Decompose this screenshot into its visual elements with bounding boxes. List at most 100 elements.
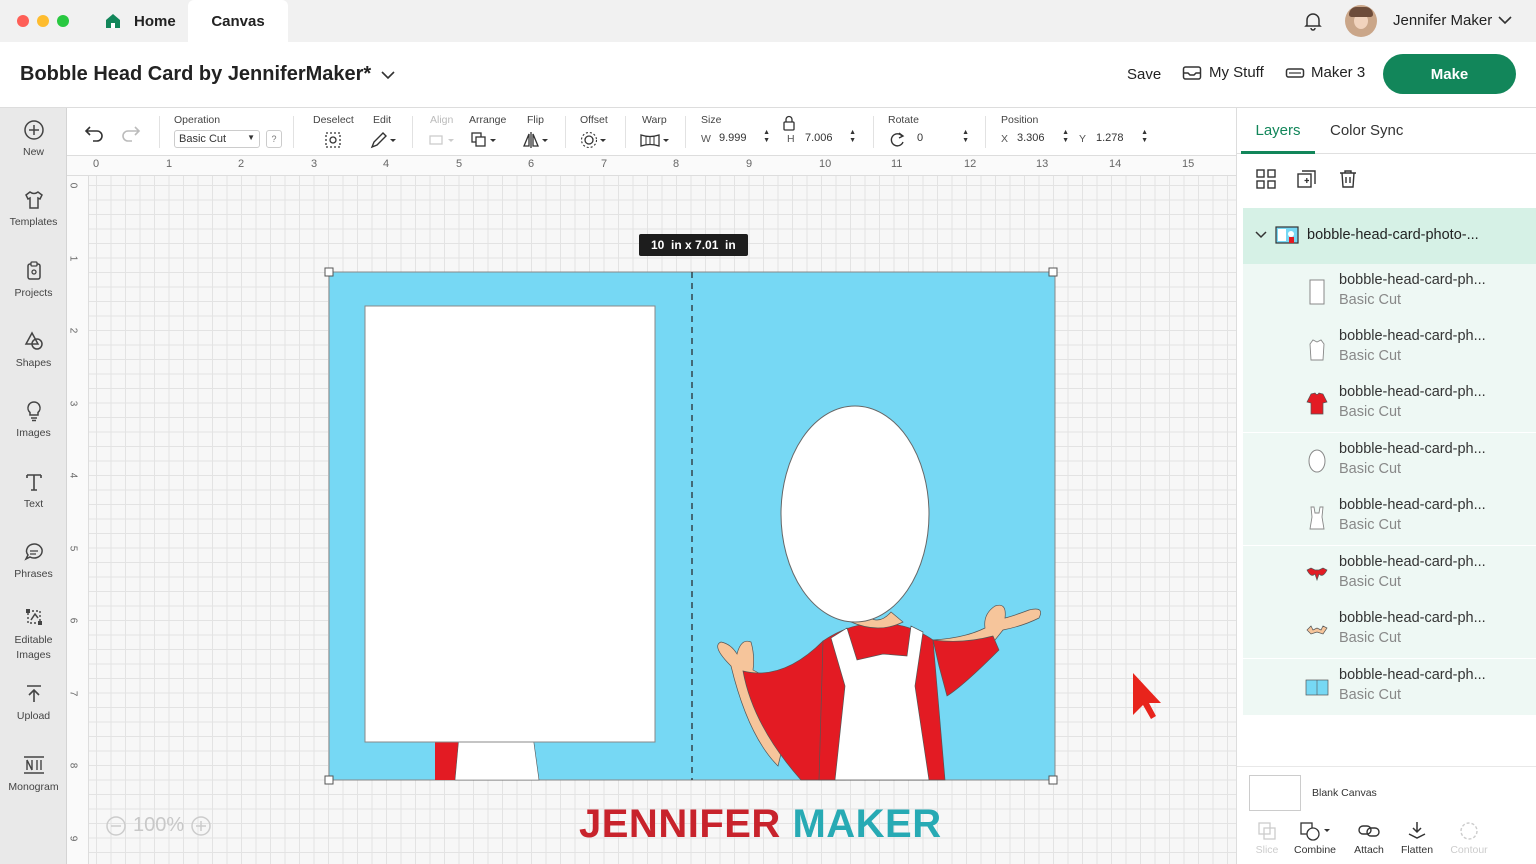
machine-label: Maker 3 bbox=[1311, 64, 1366, 81]
operation-help-button[interactable]: ? bbox=[266, 130, 282, 148]
user-name[interactable]: Jennifer Maker bbox=[1393, 12, 1492, 29]
group-icon[interactable] bbox=[1255, 168, 1277, 190]
rotate-icon[interactable] bbox=[887, 130, 907, 150]
ruler-tick: 0 bbox=[93, 158, 100, 170]
height-stepper-icon[interactable]: ▲ ▼ bbox=[849, 129, 856, 145]
zoom-out-icon[interactable] bbox=[105, 815, 127, 837]
layer-row[interactable]: bobble-head-card-ph... Basic Cut bbox=[1243, 659, 1536, 715]
layer-row[interactable]: bobble-head-card-ph... Basic Cut bbox=[1243, 320, 1536, 376]
layer-row[interactable]: bobble-head-card-ph... Basic Cut bbox=[1243, 264, 1536, 320]
tab-layers[interactable]: Layers bbox=[1241, 122, 1315, 139]
sidebar-item-projects[interactable]: Projects bbox=[0, 260, 67, 299]
save-button[interactable]: Save bbox=[1127, 66, 1161, 83]
white-photo-panel[interactable] bbox=[364, 305, 656, 743]
y-stepper-icon[interactable]: ▲ ▼ bbox=[1141, 129, 1148, 145]
sidebar-item-phrases[interactable]: Phrases bbox=[0, 541, 67, 580]
tab-canvas[interactable]: Canvas bbox=[188, 0, 288, 42]
lock-icon[interactable] bbox=[782, 115, 796, 131]
ruler-tick: 14 bbox=[1109, 158, 1122, 170]
rotate-stepper-icon[interactable]: ▲ ▼ bbox=[962, 129, 969, 145]
layer-row[interactable]: bobble-head-card-ph... Basic Cut bbox=[1243, 602, 1536, 658]
close-window-button[interactable] bbox=[17, 15, 29, 27]
deselect-icon[interactable] bbox=[323, 130, 343, 150]
project-menu-chevron-icon[interactable] bbox=[380, 69, 396, 81]
sidebar-item-images[interactable]: Images bbox=[0, 400, 67, 439]
project-header: Bobble Head Card by JenniferMaker* Save … bbox=[0, 42, 1536, 108]
offset-icon[interactable] bbox=[579, 130, 609, 150]
jennifermaker-watermark: JENNIFER MAKER bbox=[579, 802, 942, 847]
height-value: 7.006 bbox=[805, 132, 833, 144]
bobble-head-card-design[interactable] bbox=[323, 266, 1059, 786]
sidebar-item-text[interactable]: Text bbox=[0, 471, 67, 510]
resize-handle[interactable] bbox=[324, 775, 334, 785]
ruler-tick: 3 bbox=[67, 400, 79, 407]
zoom-in-icon[interactable] bbox=[190, 815, 212, 837]
width-value: 9.999 bbox=[719, 132, 747, 144]
minimize-window-button[interactable] bbox=[37, 15, 49, 27]
flip-label: Flip bbox=[527, 114, 544, 126]
sidebar-item-label: Editable Images bbox=[14, 634, 53, 661]
edit-pen-icon[interactable] bbox=[369, 130, 399, 150]
redo-icon[interactable] bbox=[120, 123, 142, 143]
sidebar-item-editable-images[interactable]: Editable Images bbox=[0, 606, 67, 663]
layer-name: bobble-head-card-ph... bbox=[1339, 441, 1486, 457]
resize-handle[interactable] bbox=[324, 267, 334, 277]
tab-color-sync[interactable]: Color Sync bbox=[1330, 122, 1403, 139]
tab-home[interactable]: Home bbox=[96, 0, 188, 42]
machine-select-button[interactable]: Maker 3 bbox=[1285, 64, 1365, 81]
contour-label: Contour bbox=[1450, 844, 1488, 856]
design-canvas[interactable]: 0 1 2 3 4 5 6 7 8 9 10 11 12 13 14 15 0 … bbox=[67, 156, 1236, 864]
blank-canvas-swatch[interactable] bbox=[1249, 775, 1301, 811]
attach-icon bbox=[1358, 825, 1380, 837]
sidebar-item-new[interactable]: New bbox=[0, 119, 67, 158]
inbox-icon bbox=[1182, 65, 1202, 80]
combine-button[interactable]: Combine bbox=[1285, 820, 1345, 856]
x-stepper-icon[interactable]: ▲ ▼ bbox=[1062, 129, 1069, 145]
flip-icon[interactable] bbox=[521, 130, 551, 150]
layer-row[interactable]: bobble-head-card-ph... Basic Cut bbox=[1243, 376, 1536, 432]
sidebar-item-monogram[interactable]: Monogram bbox=[0, 754, 67, 793]
flatten-button[interactable]: Flatten bbox=[1387, 820, 1447, 856]
align-icon[interactable] bbox=[427, 131, 457, 149]
layer-row[interactable]: bobble-head-card-ph... Basic Cut bbox=[1243, 433, 1536, 489]
x-position-input[interactable]: 3.306 ▲ ▼ bbox=[1013, 129, 1071, 148]
white-face-oval[interactable] bbox=[780, 405, 930, 623]
sidebar-item-shapes[interactable]: Shapes bbox=[0, 330, 67, 369]
y-position-input[interactable]: 1.278 ▲ ▼ bbox=[1092, 129, 1150, 148]
layer-group-row[interactable]: bobble-head-card-photo-... bbox=[1243, 208, 1536, 264]
red-shirt-thumb bbox=[1306, 392, 1328, 415]
sidebar-item-templates[interactable]: Templates bbox=[0, 189, 67, 228]
delete-icon[interactable] bbox=[1337, 168, 1359, 190]
blank-canvas-row[interactable]: Blank Canvas bbox=[1237, 766, 1536, 818]
ruler-tick: 7 bbox=[601, 158, 608, 170]
duplicate-icon[interactable] bbox=[1296, 168, 1318, 190]
bell-icon[interactable] bbox=[1303, 11, 1323, 31]
arrange-icon[interactable] bbox=[469, 130, 499, 150]
contour-button[interactable]: Contour bbox=[1439, 820, 1499, 856]
layer-row[interactable]: bobble-head-card-ph... Basic Cut bbox=[1243, 489, 1536, 545]
chevron-down-icon[interactable] bbox=[1255, 230, 1267, 240]
layer-row[interactable]: bobble-head-card-ph... Basic Cut bbox=[1243, 546, 1536, 602]
ruler-tick: 2 bbox=[67, 327, 79, 334]
width-input[interactable]: 9.999 ▲ ▼ bbox=[715, 129, 772, 148]
rotate-input[interactable]: 0 ▲ ▼ bbox=[913, 129, 971, 148]
my-stuff-button[interactable]: My Stuff bbox=[1182, 64, 1264, 81]
maximize-window-button[interactable] bbox=[57, 15, 69, 27]
resize-handle[interactable] bbox=[1048, 267, 1058, 277]
warp-icon[interactable] bbox=[639, 130, 671, 150]
rotate-value: 0 bbox=[917, 132, 924, 144]
ruler-tick: 5 bbox=[456, 158, 463, 170]
layer-operation: Basic Cut bbox=[1339, 574, 1402, 590]
avatar[interactable] bbox=[1345, 5, 1377, 37]
resize-handle[interactable] bbox=[1048, 775, 1058, 785]
height-input[interactable]: 7.006 ▲ ▼ bbox=[801, 129, 858, 148]
undo-icon[interactable] bbox=[83, 123, 105, 143]
operation-select[interactable]: Basic Cut ▼ bbox=[174, 130, 260, 148]
project-title[interactable]: Bobble Head Card by JenniferMaker* bbox=[20, 63, 371, 86]
layer-operation: Basic Cut bbox=[1339, 630, 1402, 646]
width-stepper-icon[interactable]: ▲ ▼ bbox=[763, 129, 770, 145]
sidebar-item-upload[interactable]: Upload bbox=[0, 683, 67, 722]
make-button[interactable]: Make bbox=[1383, 54, 1516, 94]
combine-label: Combine bbox=[1293, 844, 1337, 856]
chevron-down-icon[interactable] bbox=[1497, 14, 1513, 26]
